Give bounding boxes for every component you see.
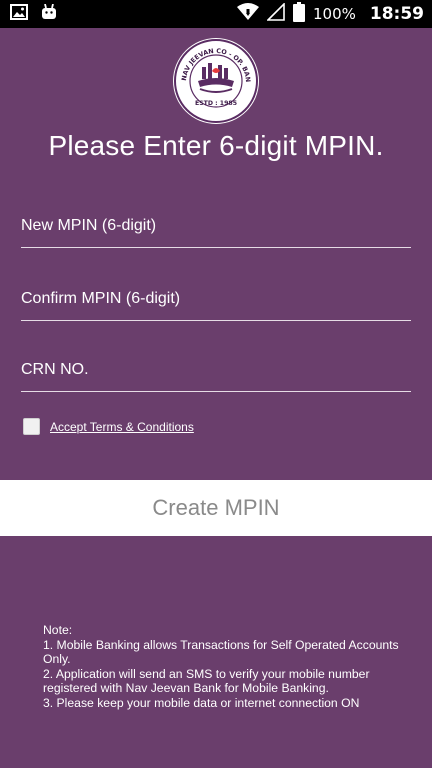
- android-icon: [40, 3, 58, 25]
- terms-row: Accept Terms & Conditions: [23, 418, 194, 435]
- image-icon: [10, 3, 28, 25]
- status-left-icons: [10, 3, 58, 25]
- note-line-2: 2. Application will send an SMS to verif…: [43, 666, 370, 696]
- note-heading: Note:: [43, 623, 73, 637]
- create-mpin-button[interactable]: Create MPIN: [0, 480, 432, 536]
- status-bar: 100% 18:59: [0, 0, 432, 28]
- battery-percentage: 100%: [312, 5, 356, 23]
- confirm-mpin-input[interactable]: [21, 280, 411, 318]
- terms-link[interactable]: Accept Terms & Conditions: [50, 420, 194, 434]
- accept-terms-checkbox[interactable]: [23, 418, 40, 435]
- battery-icon: [292, 2, 305, 26]
- note-section: Note: 1. Mobile Banking allows Transacti…: [43, 623, 403, 710]
- logo-estd-text: ESTD : 1985: [195, 100, 237, 107]
- crn-field-container: [21, 351, 411, 392]
- wifi-icon: [236, 3, 259, 25]
- signal-icon: [266, 2, 285, 25]
- bank-logo: NAV JEEVAN CO - OP. BANK LTD. ESTD : 198…: [169, 31, 260, 125]
- confirm-mpin-field-container: [21, 280, 411, 321]
- page-title: Please Enter 6-digit MPIN.: [48, 130, 384, 161]
- status-right-icons: 100% 18:59: [236, 0, 424, 28]
- crn-input[interactable]: [21, 351, 411, 389]
- new-mpin-field-container: [21, 207, 411, 248]
- status-time: 18:59: [369, 4, 424, 24]
- note-line-1: 1. Mobile Banking allows Transactions fo…: [43, 637, 399, 667]
- note-line-3: 3. Please keep your mobile data or inter…: [43, 695, 360, 710]
- new-mpin-input[interactable]: [21, 207, 411, 245]
